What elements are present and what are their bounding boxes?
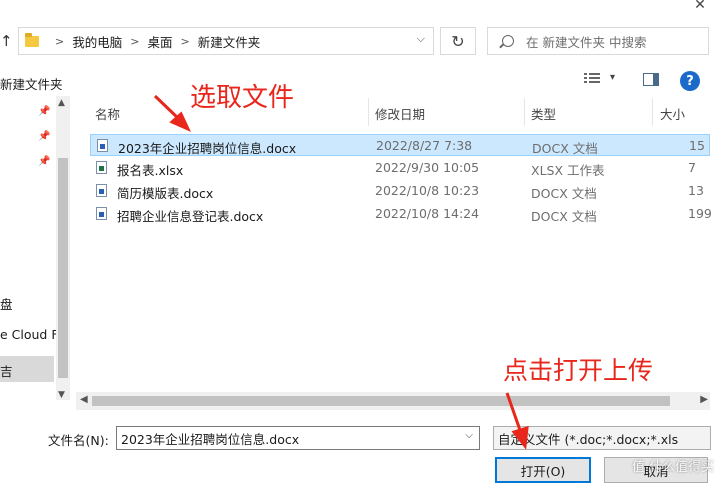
watermark: 值 什么值得买	[632, 460, 715, 475]
arrow-head	[511, 425, 529, 450]
arrow-to-open	[505, 392, 523, 434]
annotation-arrows	[153, 94, 529, 450]
